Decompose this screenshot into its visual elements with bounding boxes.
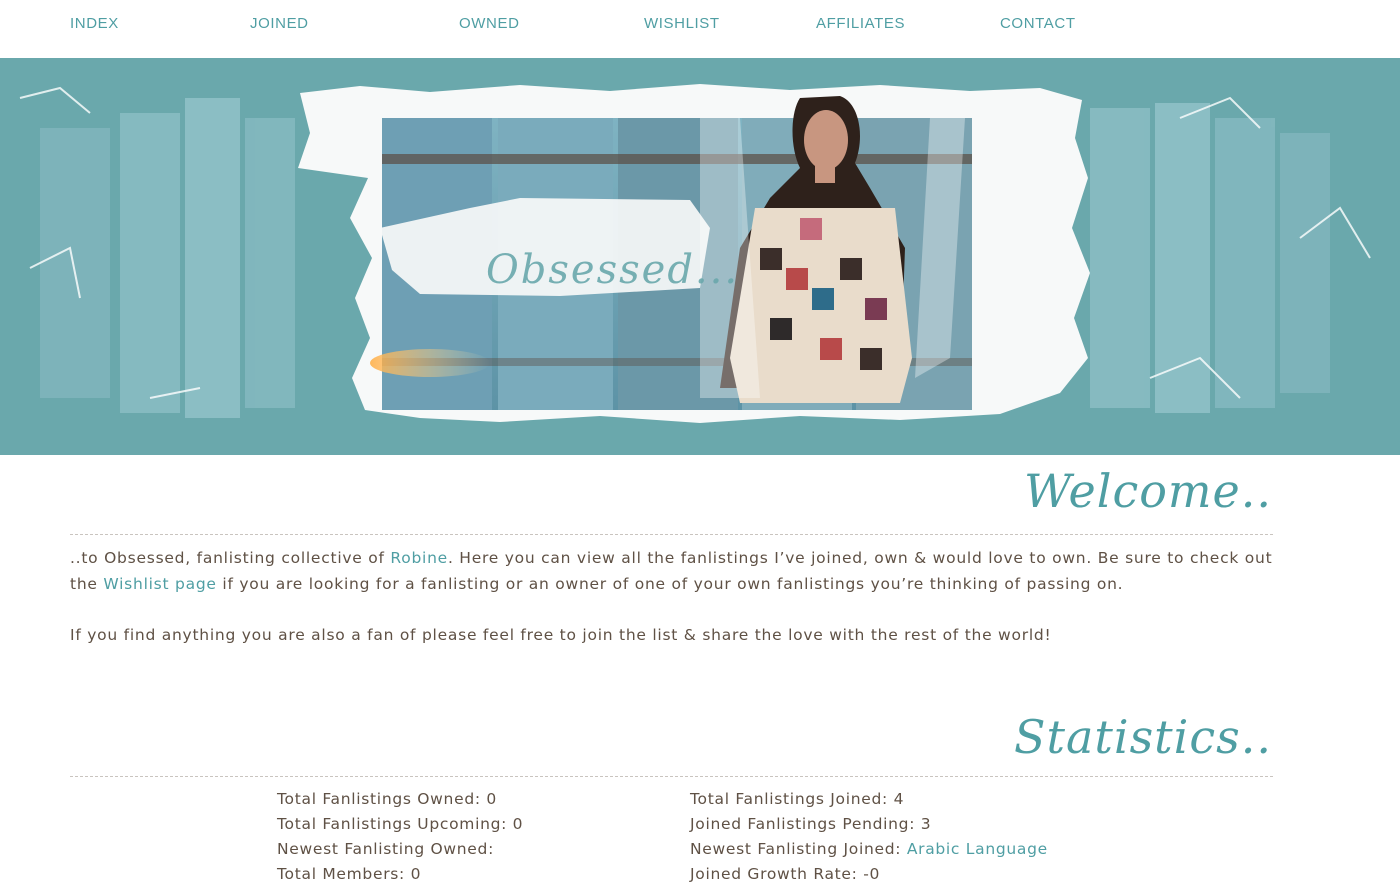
welcome-text-c: if you are looking for a fanlisting or a… (216, 575, 1124, 593)
welcome-text-a: ..to Obsessed, fanlisting collective of (70, 549, 391, 567)
nav-affiliates[interactable]: AFFILIATES (816, 15, 905, 32)
header-banner: Obsessed... (0, 58, 1400, 455)
nav-owned[interactable]: OWNED (459, 15, 520, 32)
nav-wishlist[interactable]: WISHLIST (644, 15, 720, 32)
arabic-language-link[interactable]: Arabic Language (907, 840, 1048, 858)
top-navigation: INDEX JOINED OWNED WISHLIST AFFILIATES C… (0, 0, 1400, 58)
welcome-title: Welcome.. (1023, 464, 1272, 518)
stat-total-joined: Total Fanlistings Joined: 4 (690, 790, 905, 808)
stat-newest-joined-label: Newest Fanlisting Joined: (690, 840, 907, 858)
welcome-divider (70, 534, 1273, 535)
stat-growth-rate: Joined Growth Rate: -0 (690, 865, 881, 883)
welcome-paragraph-1: ..to Obsessed, fanlisting collective of … (70, 545, 1280, 597)
banner-script-text: Obsessed... (486, 247, 739, 293)
stat-total-members: Total Members: 0 (277, 865, 422, 883)
welcome-paragraph-2: If you find anything you are also a fan … (70, 626, 1052, 644)
nav-index[interactable]: INDEX (70, 15, 119, 32)
stats-joined-column: Total Fanlistings Joined: 4 Joined Fanli… (690, 787, 1048, 887)
side-wood-right (1090, 103, 1330, 413)
robine-link[interactable]: Robine (390, 549, 448, 567)
stat-joined-pending: Joined Fanlistings Pending: 3 (690, 815, 932, 833)
stat-total-owned: Total Fanlistings Owned: 0 (277, 790, 497, 808)
side-wood-left (40, 98, 295, 418)
stat-newest-joined: Newest Fanlisting Joined: Arabic Languag… (690, 837, 1048, 862)
banner-artwork: Obsessed... (19, 84, 1371, 423)
light-glow (370, 349, 490, 377)
stat-total-upcoming: Total Fanlistings Upcoming: 0 (277, 815, 524, 833)
nav-contact[interactable]: CONTACT (1000, 15, 1076, 32)
stats-owned-column: Total Fanlistings Owned: 0 Total Fanlist… (277, 787, 523, 887)
stat-newest-owned: Newest Fanlisting Owned: (277, 840, 494, 858)
wishlist-page-link[interactable]: Wishlist page (103, 575, 216, 593)
statistics-title: Statistics.. (1013, 710, 1272, 764)
nav-joined[interactable]: JOINED (250, 15, 309, 32)
statistics-divider (70, 776, 1273, 777)
